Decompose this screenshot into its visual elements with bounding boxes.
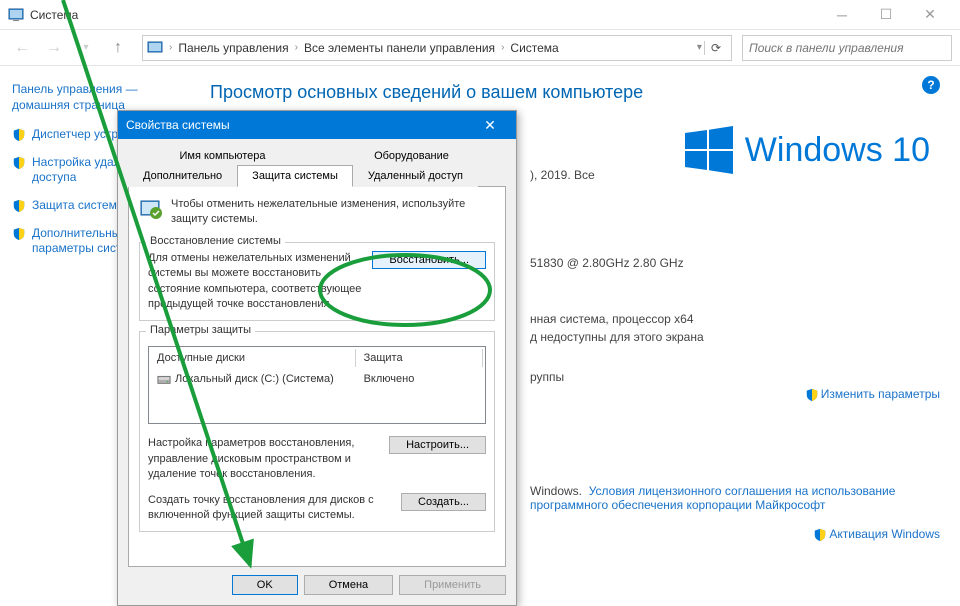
search-input[interactable]: [742, 35, 952, 61]
protection-icon: [139, 197, 163, 221]
tab-remote[interactable]: Удаленный доступ: [353, 165, 478, 187]
restore-description: Для отмены нежелательных изменений систе…: [148, 251, 362, 313]
ok-button[interactable]: OK: [232, 575, 298, 595]
info-group: руппы: [530, 370, 564, 384]
info-copyright: ), 2019. Все: [530, 168, 595, 182]
license-link[interactable]: Условия лицензионного соглашения на испо…: [530, 484, 895, 512]
shield-icon: [805, 388, 819, 402]
help-icon[interactable]: ?: [922, 76, 940, 94]
breadcrumb-item[interactable]: Панель управления: [174, 41, 292, 55]
toolbar: ← → ▾ ↑ › Панель управления › Все элемен…: [0, 30, 960, 66]
protection-message: Чтобы отменить нежелательные изменения, …: [171, 197, 495, 228]
dialog-titlebar[interactable]: Свойства системы ✕: [118, 111, 516, 139]
configure-description: Настройка параметров восстановления, упр…: [148, 436, 379, 482]
dialog-close-button[interactable]: ✕: [472, 111, 508, 139]
disk-status: Включено: [358, 369, 483, 389]
maximize-button[interactable]: ☐: [864, 0, 908, 30]
tab-advanced[interactable]: Дополнительно: [128, 165, 237, 187]
system-properties-dialog: Свойства системы ✕ Имя компьютера Оборуд…: [117, 110, 517, 606]
control-panel-home-link[interactable]: Панель управления — домашняя страница: [12, 82, 178, 113]
apply-button[interactable]: Применить: [399, 575, 506, 595]
dialog-title-text: Свойства системы: [126, 118, 230, 132]
info-arch: нная система, процессор x64: [530, 312, 694, 326]
history-dropdown[interactable]: ▾: [72, 34, 100, 62]
forward-button[interactable]: →: [40, 34, 68, 62]
info-windows: Windows.: [530, 484, 582, 498]
shield-icon: [813, 528, 827, 542]
change-params-link[interactable]: Изменить параметры: [805, 386, 940, 403]
configure-button[interactable]: Настроить...: [389, 436, 486, 454]
shield-icon: [12, 128, 26, 142]
system-icon: [8, 7, 24, 23]
cancel-button[interactable]: Отмена: [304, 575, 393, 595]
breadcrumb-dropdown[interactable]: ▾: [695, 42, 704, 53]
up-button[interactable]: ↑: [104, 34, 132, 62]
tab-hardware[interactable]: Оборудование: [317, 145, 506, 166]
info-cpu: 51830 @ 2.80GHz 2.80 GHz: [530, 256, 684, 270]
activate-windows-link[interactable]: Активация Windows: [813, 526, 940, 543]
minimize-button[interactable]: ─: [820, 0, 864, 30]
dialog-tabs: Имя компьютера Оборудование Дополнительн…: [128, 145, 506, 187]
restore-group-title: Восстановление системы: [146, 235, 285, 247]
disk-col-protection[interactable]: Защита: [358, 349, 483, 367]
disk-table: Доступные диски Защита Локальный диск (C…: [148, 346, 486, 424]
info-pen: д недоступны для этого экрана: [530, 330, 704, 344]
activate-link-text: Активация Windows: [829, 527, 940, 541]
refresh-button[interactable]: ⟳: [704, 41, 727, 55]
tab-system-protection[interactable]: Защита системы: [237, 165, 353, 187]
sidebar-task-label: Защита системы: [32, 198, 125, 214]
protection-params-group: Параметры защиты Доступные диски Защита …: [139, 331, 495, 532]
disk-row[interactable]: Локальный диск (C:) (Система) Включено: [151, 369, 483, 389]
system-icon: [147, 40, 163, 56]
shield-icon: [12, 199, 26, 213]
main-titlebar: Система ─ ☐ ✕: [0, 0, 960, 30]
disk-name: Локальный диск (C:) (Система): [175, 373, 334, 385]
breadcrumb-item[interactable]: Система: [506, 41, 562, 55]
breadcrumb[interactable]: › Панель управления › Все элементы панел…: [142, 35, 732, 61]
windows-logo-icon: [685, 126, 733, 174]
tab-content: Чтобы отменить нежелательные изменения, …: [128, 187, 506, 567]
create-button[interactable]: Создать...: [401, 493, 486, 511]
back-button[interactable]: ←: [8, 34, 36, 62]
close-button[interactable]: ✕: [908, 0, 952, 30]
shield-icon: [12, 156, 26, 170]
create-description: Создать точку восстановления для дисков …: [148, 493, 391, 524]
window-title: Система: [30, 8, 820, 22]
disk-col-drives[interactable]: Доступные диски: [151, 349, 356, 367]
params-group-title: Параметры защиты: [146, 324, 255, 336]
windows10-brand: Windows 10: [685, 126, 930, 174]
dialog-button-row: OK Отмена Применить: [128, 567, 506, 595]
disk-icon: [157, 372, 171, 386]
page-heading: Просмотр основных сведений о вашем компь…: [210, 82, 940, 103]
breadcrumb-item[interactable]: Все элементы панели управления: [300, 41, 499, 55]
restore-group: Восстановление системы Для отмены нежела…: [139, 242, 495, 322]
restore-button[interactable]: Восстановить...: [372, 251, 486, 269]
shield-icon: [12, 227, 26, 241]
tab-computer-name[interactable]: Имя компьютера: [128, 145, 317, 166]
change-params-text: Изменить параметры: [821, 387, 940, 401]
windows10-text: Windows 10: [745, 131, 930, 170]
